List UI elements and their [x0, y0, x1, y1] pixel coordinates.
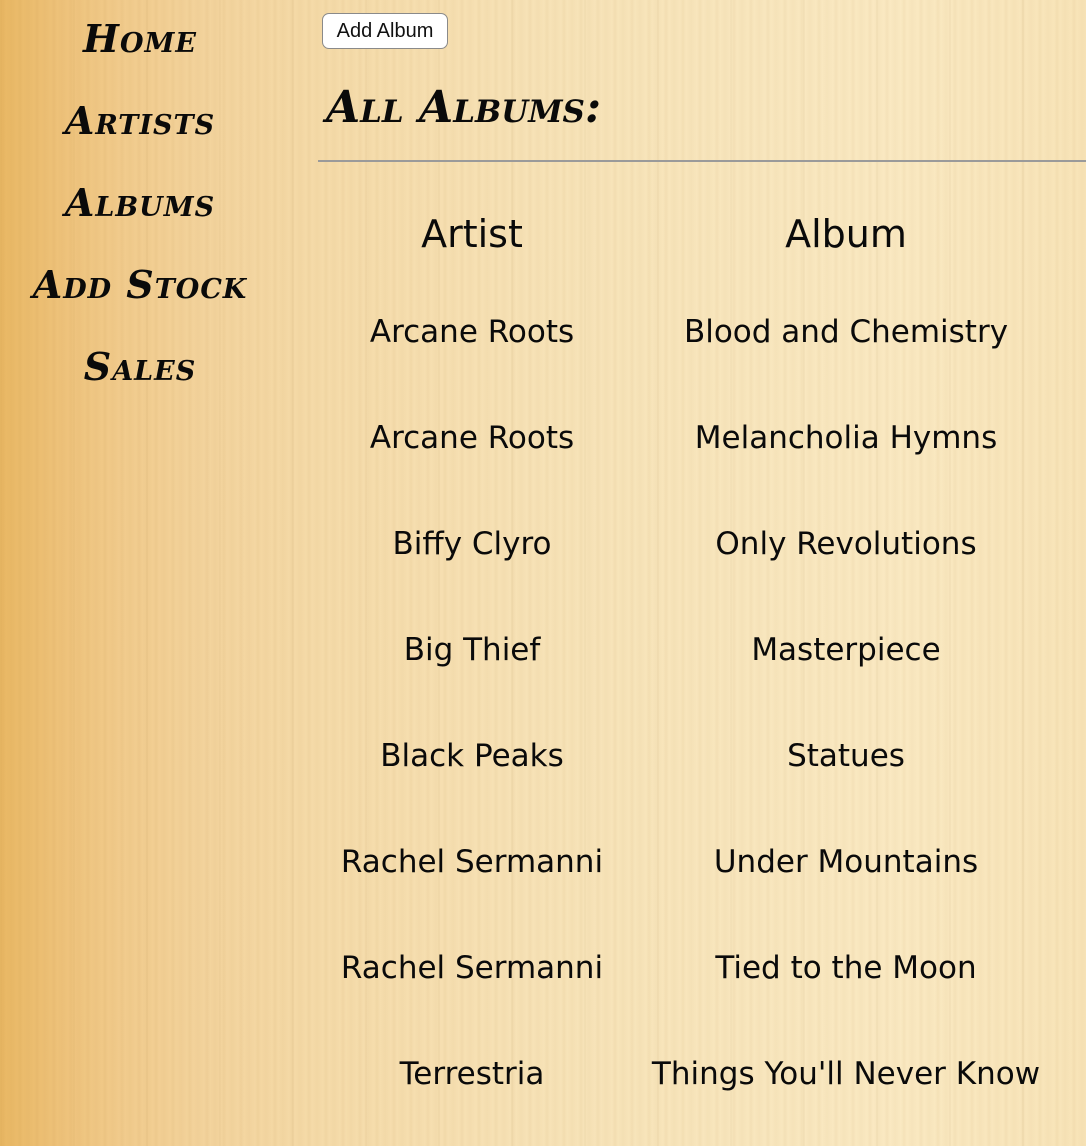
- nav-item-sales[interactable]: Sales: [0, 342, 280, 392]
- column-header-artist: Artist: [421, 212, 523, 256]
- artist-cell: Big Thief: [403, 632, 541, 668]
- nav-item-home[interactable]: Home: [0, 14, 280, 64]
- nav-item-add-stock[interactable]: Add Stock: [0, 260, 280, 310]
- table-row: Black Peaks Statues: [322, 726, 1066, 786]
- artist-cell: Arcane Roots: [369, 420, 575, 456]
- table-row: Arcane Roots Melancholia Hymns: [322, 408, 1066, 468]
- album-cell: Statues: [787, 738, 905, 774]
- album-cell: Blood and Chemistry: [683, 314, 1009, 350]
- column-header-album: Album: [785, 212, 907, 256]
- album-cell: Tied to the Moon: [715, 950, 977, 986]
- artist-cell: Biffy Clyro: [392, 526, 552, 562]
- table-row: Biffy Clyro Only Revolutions: [322, 514, 1066, 574]
- album-cell: Melancholia Hymns: [694, 420, 998, 456]
- add-album-button[interactable]: Add Album: [322, 13, 448, 49]
- artist-cell: Arcane Roots: [369, 314, 575, 350]
- page-title: All Albums:: [326, 82, 602, 133]
- table-row: Arcane Roots Blood and Chemistry: [322, 302, 1066, 362]
- album-cell: Under Mountains: [713, 844, 979, 880]
- artist-cell: Black Peaks: [380, 738, 564, 774]
- table-row: Terrestria Things You'll Never Know: [322, 1044, 1066, 1104]
- table-row: Rachel Sermanni Under Mountains: [322, 832, 1066, 892]
- title-divider: [318, 160, 1086, 162]
- artist-cell: Terrestria: [399, 1056, 545, 1092]
- table-row: Rachel Sermanni Tied to the Moon: [322, 938, 1066, 998]
- artist-cell: Rachel Sermanni: [340, 950, 604, 986]
- sidebar-nav: Home Artists Albums Add Stock Sales: [0, 0, 280, 1146]
- nav-item-artists[interactable]: Artists: [0, 96, 280, 146]
- album-cell: Only Revolutions: [715, 526, 977, 562]
- artist-cell: Rachel Sermanni: [340, 844, 604, 880]
- album-cell: Things You'll Never Know: [651, 1056, 1041, 1092]
- nav-item-albums[interactable]: Albums: [0, 178, 280, 228]
- album-cell: Masterpiece: [751, 632, 941, 668]
- table-row: Big Thief Masterpiece: [322, 620, 1066, 680]
